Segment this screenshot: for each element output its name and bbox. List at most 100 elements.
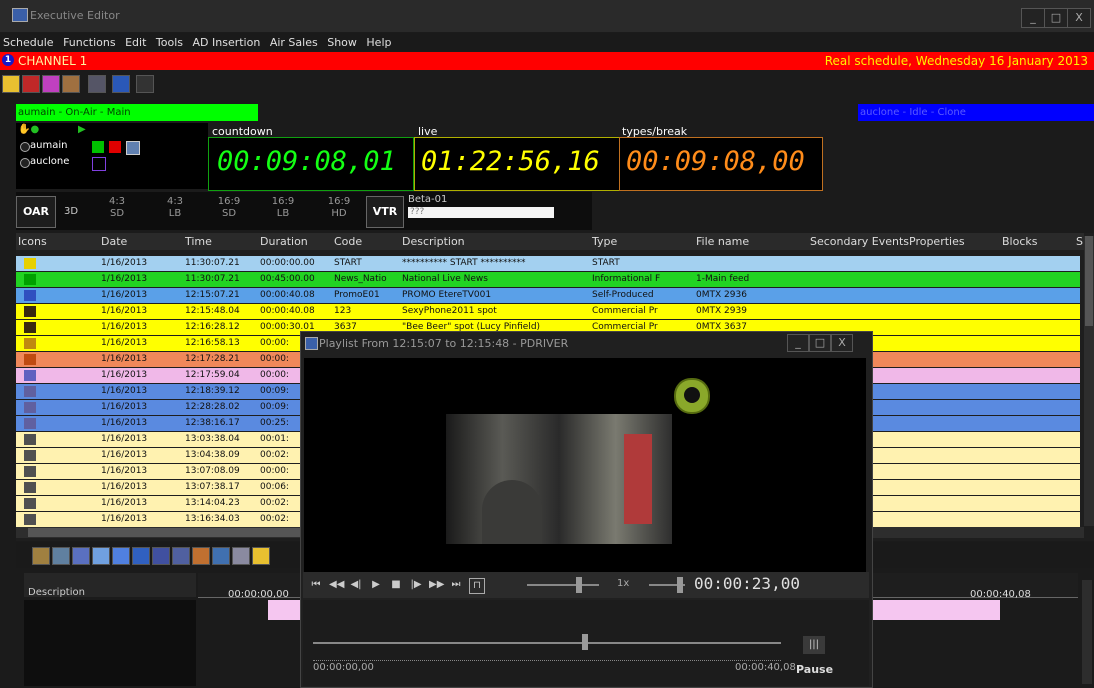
menu-air-sales[interactable]: Air Sales <box>267 33 321 49</box>
timeline-desc-label: Description <box>28 587 85 598</box>
row-type-icon <box>24 482 36 493</box>
tape-icon[interactable] <box>172 547 190 565</box>
edit-icon[interactable] <box>32 547 50 565</box>
format-label: SD <box>221 208 237 219</box>
hscroll-thumb[interactable] <box>28 528 304 537</box>
open-icon[interactable] <box>2 75 20 93</box>
col-properties[interactable]: Properties <box>909 235 965 248</box>
col-date[interactable]: Date <box>101 235 127 248</box>
pause-label[interactable]: Pause <box>796 663 833 676</box>
server-radio-aumain[interactable] <box>20 142 30 152</box>
player-maximize-button[interactable]: □ <box>809 334 831 352</box>
col-blocks[interactable]: Blocks <box>1002 235 1037 248</box>
pause-icon[interactable]: ||| <box>803 636 825 654</box>
channel-bar: 1 CHANNEL 1 Real schedule, Wednesday 16 … <box>0 52 1094 70</box>
col-time[interactable]: Time <box>185 235 212 248</box>
volume-slider[interactable] <box>527 584 599 586</box>
close-button[interactable]: X <box>1067 8 1091 28</box>
aspect-4-3-sd[interactable]: 4:3 SD <box>100 196 134 220</box>
lightning-icon[interactable] <box>252 547 270 565</box>
row-date: 1/16/2013 <box>101 370 148 380</box>
playlist-icon[interactable] <box>42 75 60 93</box>
video-preview[interactable] <box>304 358 866 574</box>
scrub-track[interactable] <box>313 642 781 644</box>
channel-name[interactable]: CHANNEL 1 <box>18 54 87 68</box>
vtr-device-field[interactable]: ??? <box>408 207 554 218</box>
grid-icon[interactable] <box>112 75 130 93</box>
onair-server-bar[interactable]: aumain - On-Air - Main <box>16 104 258 121</box>
clip-icon[interactable] <box>52 547 70 565</box>
fox-icon[interactable] <box>192 547 210 565</box>
menu-ad-insertion[interactable]: AD Insertion <box>190 33 264 49</box>
col-icons[interactable]: Icons <box>18 235 47 248</box>
step-back-icon[interactable]: ◀| <box>349 578 363 592</box>
main-toolbar <box>0 72 1094 94</box>
aspect-16-9-hd[interactable]: 16:9 HD <box>322 196 356 220</box>
col-file-name[interactable]: File name <box>696 235 749 248</box>
aspect-16-9-lb[interactable]: 16:9 LB <box>266 196 300 220</box>
volume-thumb[interactable] <box>576 577 582 593</box>
search-icon[interactable] <box>88 75 106 93</box>
timeline-scrollbar[interactable] <box>1082 580 1092 684</box>
col-code[interactable]: Code <box>334 235 362 248</box>
row-date: 1/16/2013 <box>101 450 148 460</box>
mark-icon[interactable]: ⊓ <box>469 578 485 594</box>
archive-icon[interactable] <box>212 547 230 565</box>
player-close-button[interactable]: X <box>831 334 853 352</box>
menu-functions[interactable]: Functions <box>60 33 119 49</box>
row-time: 13:07:08.09 <box>185 466 240 476</box>
list-icon[interactable] <box>92 547 110 565</box>
aspect-4-3-lb[interactable]: 4:3 LB <box>158 196 192 220</box>
menu-show[interactable]: Show <box>324 33 360 49</box>
backup-server-bar[interactable]: auclone - Idle - Clone <box>858 104 1094 121</box>
row-description: SexyPhone2011 spot <box>402 306 497 316</box>
table-row[interactable]: 1/16/2013 12:15:07.21 00:00:40.08 PromoE01 P… <box>16 288 1080 303</box>
scroll-thumb[interactable] <box>1085 236 1093 326</box>
speed-thumb[interactable] <box>677 577 683 593</box>
row-code: PromoE01 <box>334 290 380 300</box>
asset-icon[interactable] <box>62 75 80 93</box>
menu-edit[interactable]: Edit <box>122 33 149 49</box>
grid-vertical-scrollbar[interactable] <box>1084 236 1094 526</box>
bar-icon[interactable] <box>132 547 150 565</box>
player-icon[interactable] <box>152 547 170 565</box>
help-pointer-icon[interactable] <box>136 75 154 93</box>
tools-icon[interactable] <box>232 547 250 565</box>
oar-button[interactable]: OAR <box>16 196 56 228</box>
fast-forward-icon[interactable]: ▶▶ <box>429 578 444 592</box>
schedule-icon[interactable] <box>22 75 40 93</box>
channel-number-badge: 1 <box>2 54 14 66</box>
col-duration[interactable]: Duration <box>260 235 308 248</box>
vtr-button[interactable]: VTR <box>366 196 404 228</box>
status-green <box>92 141 104 153</box>
table-row[interactable]: 1/16/2013 11:30:07.21 00:00:00.00 START ****… <box>16 256 1080 271</box>
menu-schedule[interactable]: Schedule <box>0 33 57 49</box>
table-row[interactable]: 1/16/2013 12:15:48.04 00:00:40.08 123 SexyPh… <box>16 304 1080 319</box>
table-row[interactable]: 1/16/2013 11:30:07.21 00:45:00.00 News_Nati… <box>16 272 1080 287</box>
go-end-icon[interactable]: ⏭ <box>449 578 463 592</box>
col-s[interactable]: S <box>1076 235 1083 248</box>
row-date: 1/16/2013 <box>101 418 148 428</box>
rewind-icon[interactable]: ◀◀ <box>329 578 344 592</box>
menu-tools[interactable]: Tools <box>153 33 186 49</box>
player-minimize-button[interactable]: _ <box>787 334 809 352</box>
col-description[interactable]: Description <box>402 235 465 248</box>
row-code: START <box>334 258 362 268</box>
media-icon[interactable] <box>112 547 130 565</box>
maximize-button[interactable]: □ <box>1044 8 1068 28</box>
row-type-icon <box>24 322 36 333</box>
menu-help[interactable]: Help <box>363 33 394 49</box>
audio-icon[interactable] <box>72 547 90 565</box>
3d-button[interactable]: 3D <box>64 206 78 217</box>
col-secondary-events[interactable]: Secondary Events <box>810 235 909 248</box>
go-start-icon[interactable]: ⏮ <box>309 578 323 592</box>
scrub-thumb[interactable] <box>582 634 588 650</box>
row-type-icon <box>24 498 36 509</box>
col-type[interactable]: Type <box>592 235 617 248</box>
server-radio-auclone[interactable] <box>20 158 30 168</box>
stop-icon[interactable]: ■ <box>389 578 403 592</box>
play-icon[interactable]: ▶ <box>369 578 383 592</box>
minimize-button[interactable]: _ <box>1021 8 1045 28</box>
step-forward-icon[interactable]: |▶ <box>409 578 423 592</box>
aspect-16-9-sd[interactable]: 16:9 SD <box>212 196 246 220</box>
